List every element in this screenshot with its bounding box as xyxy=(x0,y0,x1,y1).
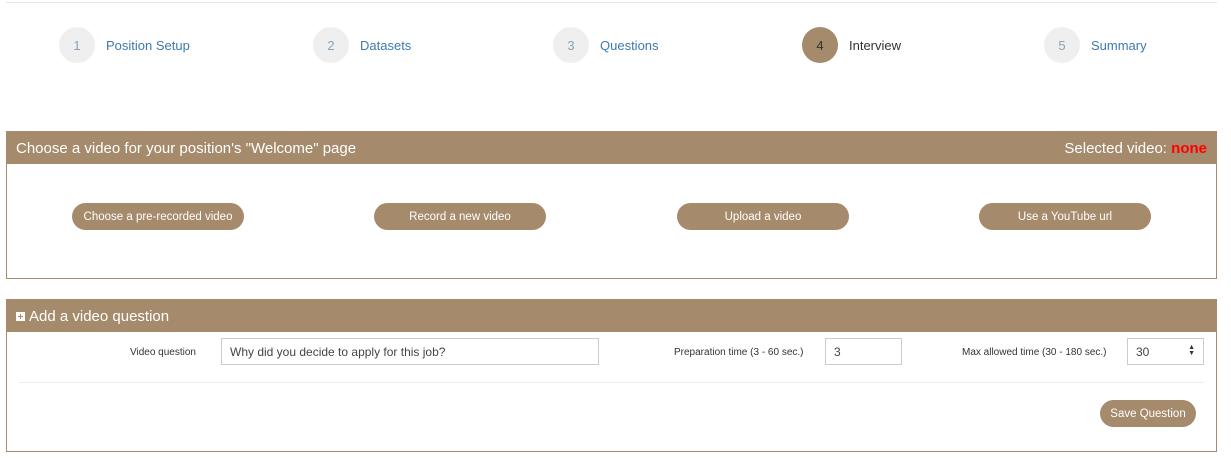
step-label[interactable]: Summary xyxy=(1091,38,1147,53)
video-question-panel: Add a video question Video question Why … xyxy=(6,299,1217,452)
step-summary[interactable]: 5 Summary xyxy=(1044,27,1147,63)
max-time-value: 30 xyxy=(1136,344,1150,359)
step-position-setup[interactable]: 1 Position Setup xyxy=(59,27,190,63)
welcome-video-title: Choose a video for your position's "Welc… xyxy=(16,139,357,157)
welcome-video-header: Choose a video for your position's "Welc… xyxy=(7,132,1216,164)
step-number: 4 xyxy=(802,27,838,63)
selected-video-status: Selected video: none xyxy=(1064,140,1207,157)
expand-icon[interactable] xyxy=(16,311,25,321)
save-question-button[interactable]: Save Question xyxy=(1100,400,1196,427)
step-number: 2 xyxy=(313,27,349,63)
step-datasets[interactable]: 2 Datasets xyxy=(313,27,411,63)
form-divider xyxy=(19,382,1204,383)
video-question-title: Add a video question xyxy=(29,307,170,325)
welcome-video-panel: Choose a video for your position's "Welc… xyxy=(6,131,1217,279)
step-number: 5 xyxy=(1044,27,1080,63)
video-question-label: Video question xyxy=(130,347,196,358)
video-question-input[interactable]: Why did you decide to apply for this job… xyxy=(221,338,599,365)
video-question-header[interactable]: Add a video question xyxy=(7,300,1216,332)
step-number: 1 xyxy=(59,27,95,63)
top-divider xyxy=(6,2,1217,3)
step-label[interactable]: Interview xyxy=(849,38,901,53)
step-label[interactable]: Position Setup xyxy=(106,38,190,53)
step-label[interactable]: Datasets xyxy=(360,38,411,53)
prep-time-input[interactable]: 3 xyxy=(825,338,902,365)
step-interview[interactable]: 4 Interview xyxy=(802,27,901,63)
record-new-video-button[interactable]: Record a new video xyxy=(374,203,546,230)
step-number: 3 xyxy=(553,27,589,63)
selected-video-value: none xyxy=(1171,139,1207,157)
youtube-url-button[interactable]: Use a YouTube url xyxy=(979,203,1151,230)
step-label[interactable]: Questions xyxy=(600,38,659,53)
max-time-label: Max allowed time (30 - 180 sec.) xyxy=(962,347,1107,358)
prep-time-label: Preparation time (3 - 60 sec.) xyxy=(674,347,804,358)
upload-video-button[interactable]: Upload a video xyxy=(677,203,849,230)
max-time-input[interactable]: 30 ▲ ▼ xyxy=(1127,338,1204,365)
selected-video-label: Selected video: xyxy=(1064,139,1167,157)
choose-prerecorded-video-button[interactable]: Choose a pre-recorded video xyxy=(72,203,244,230)
spinner-arrows-icon[interactable]: ▲ ▼ xyxy=(1188,344,1195,357)
step-questions[interactable]: 3 Questions xyxy=(553,27,659,63)
